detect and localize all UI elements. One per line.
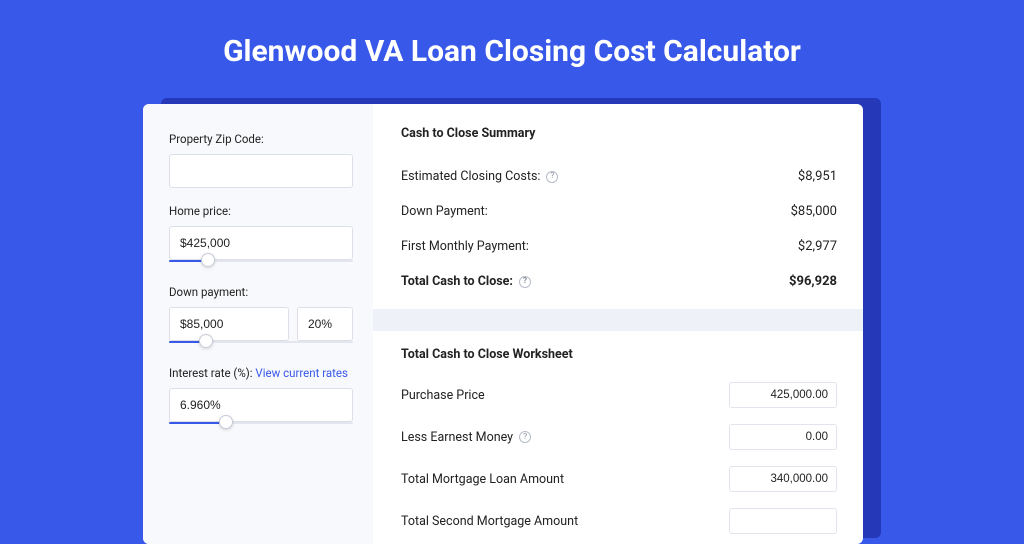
inputs-panel: Property Zip Code: Home price: Down paym… <box>143 104 373 544</box>
zip-label: Property Zip Code: <box>169 132 353 146</box>
zip-field: Property Zip Code: <box>169 132 353 188</box>
down-payment-slider[interactable] <box>169 340 353 350</box>
worksheet-row: Total Second Mortgage Amount <box>401 500 837 542</box>
worksheet-row-label: Purchase Price <box>401 388 485 403</box>
calculator-card: Property Zip Code: Home price: Down paym… <box>143 104 863 544</box>
summary-heading: Cash to Close Summary <box>401 126 837 141</box>
worksheet-row: Total Mortgage Loan Amount <box>401 458 837 500</box>
down-payment-field: Down payment: <box>169 285 353 350</box>
help-icon[interactable]: ? <box>519 276 531 288</box>
worksheet-row: Purchase Price <box>401 374 837 416</box>
home-price-input[interactable] <box>169 226 353 260</box>
home-price-label: Home price: <box>169 204 353 218</box>
slider-thumb[interactable] <box>219 415 233 429</box>
summary-total-label: Total Cash to Close: <box>401 274 513 289</box>
worksheet-row-label: Total Second Mortgage Amount <box>401 514 578 529</box>
worksheet-row-input[interactable] <box>729 466 837 492</box>
home-price-slider[interactable] <box>169 259 353 269</box>
summary-row-label: Down Payment: <box>401 204 488 219</box>
worksheet-row-input[interactable] <box>729 424 837 450</box>
zip-input[interactable] <box>169 154 353 188</box>
interest-rate-input[interactable] <box>169 388 353 422</box>
view-current-rates-link[interactable]: View current rates <box>255 366 348 380</box>
worksheet-row-label: Less Earnest Money <box>401 430 513 445</box>
results-panel: Cash to Close Summary Estimated Closing … <box>373 104 863 544</box>
summary-row: Down Payment: $85,000 <box>401 194 837 229</box>
down-payment-label: Down payment: <box>169 285 353 299</box>
home-price-field: Home price: <box>169 204 353 269</box>
worksheet-row: Less Earnest Money? <box>401 416 837 458</box>
summary-row-value: $8,951 <box>798 169 837 184</box>
help-icon[interactable]: ? <box>546 171 558 183</box>
interest-rate-slider[interactable] <box>169 421 353 431</box>
interest-rate-label: Interest rate (%): <box>169 366 255 380</box>
interest-rate-field: Interest rate (%): View current rates <box>169 366 353 431</box>
page-title: Glenwood VA Loan Closing Cost Calculator <box>0 0 1024 69</box>
summary-row-label: First Monthly Payment: <box>401 239 529 254</box>
worksheet-heading: Total Cash to Close Worksheet <box>401 347 837 362</box>
summary-row: First Monthly Payment: $2,977 <box>401 229 837 264</box>
section-divider <box>373 309 863 331</box>
summary-row-value: $2,977 <box>798 239 837 254</box>
summary-total-row: Total Cash to Close: ? $96,928 <box>401 264 837 299</box>
worksheet-row-label: Total Mortgage Loan Amount <box>401 472 564 487</box>
summary-row: Estimated Closing Costs:? $8,951 <box>401 159 837 194</box>
slider-thumb[interactable] <box>201 253 215 267</box>
down-payment-pct-input[interactable] <box>297 307 353 341</box>
slider-thumb[interactable] <box>199 334 213 348</box>
summary-row-label: Estimated Closing Costs: <box>401 169 540 184</box>
worksheet-row-input[interactable] <box>729 382 837 408</box>
down-payment-input[interactable] <box>169 307 289 341</box>
summary-row-value: $85,000 <box>791 204 837 219</box>
help-icon[interactable]: ? <box>519 431 531 443</box>
summary-total-value: $96,928 <box>789 274 837 289</box>
